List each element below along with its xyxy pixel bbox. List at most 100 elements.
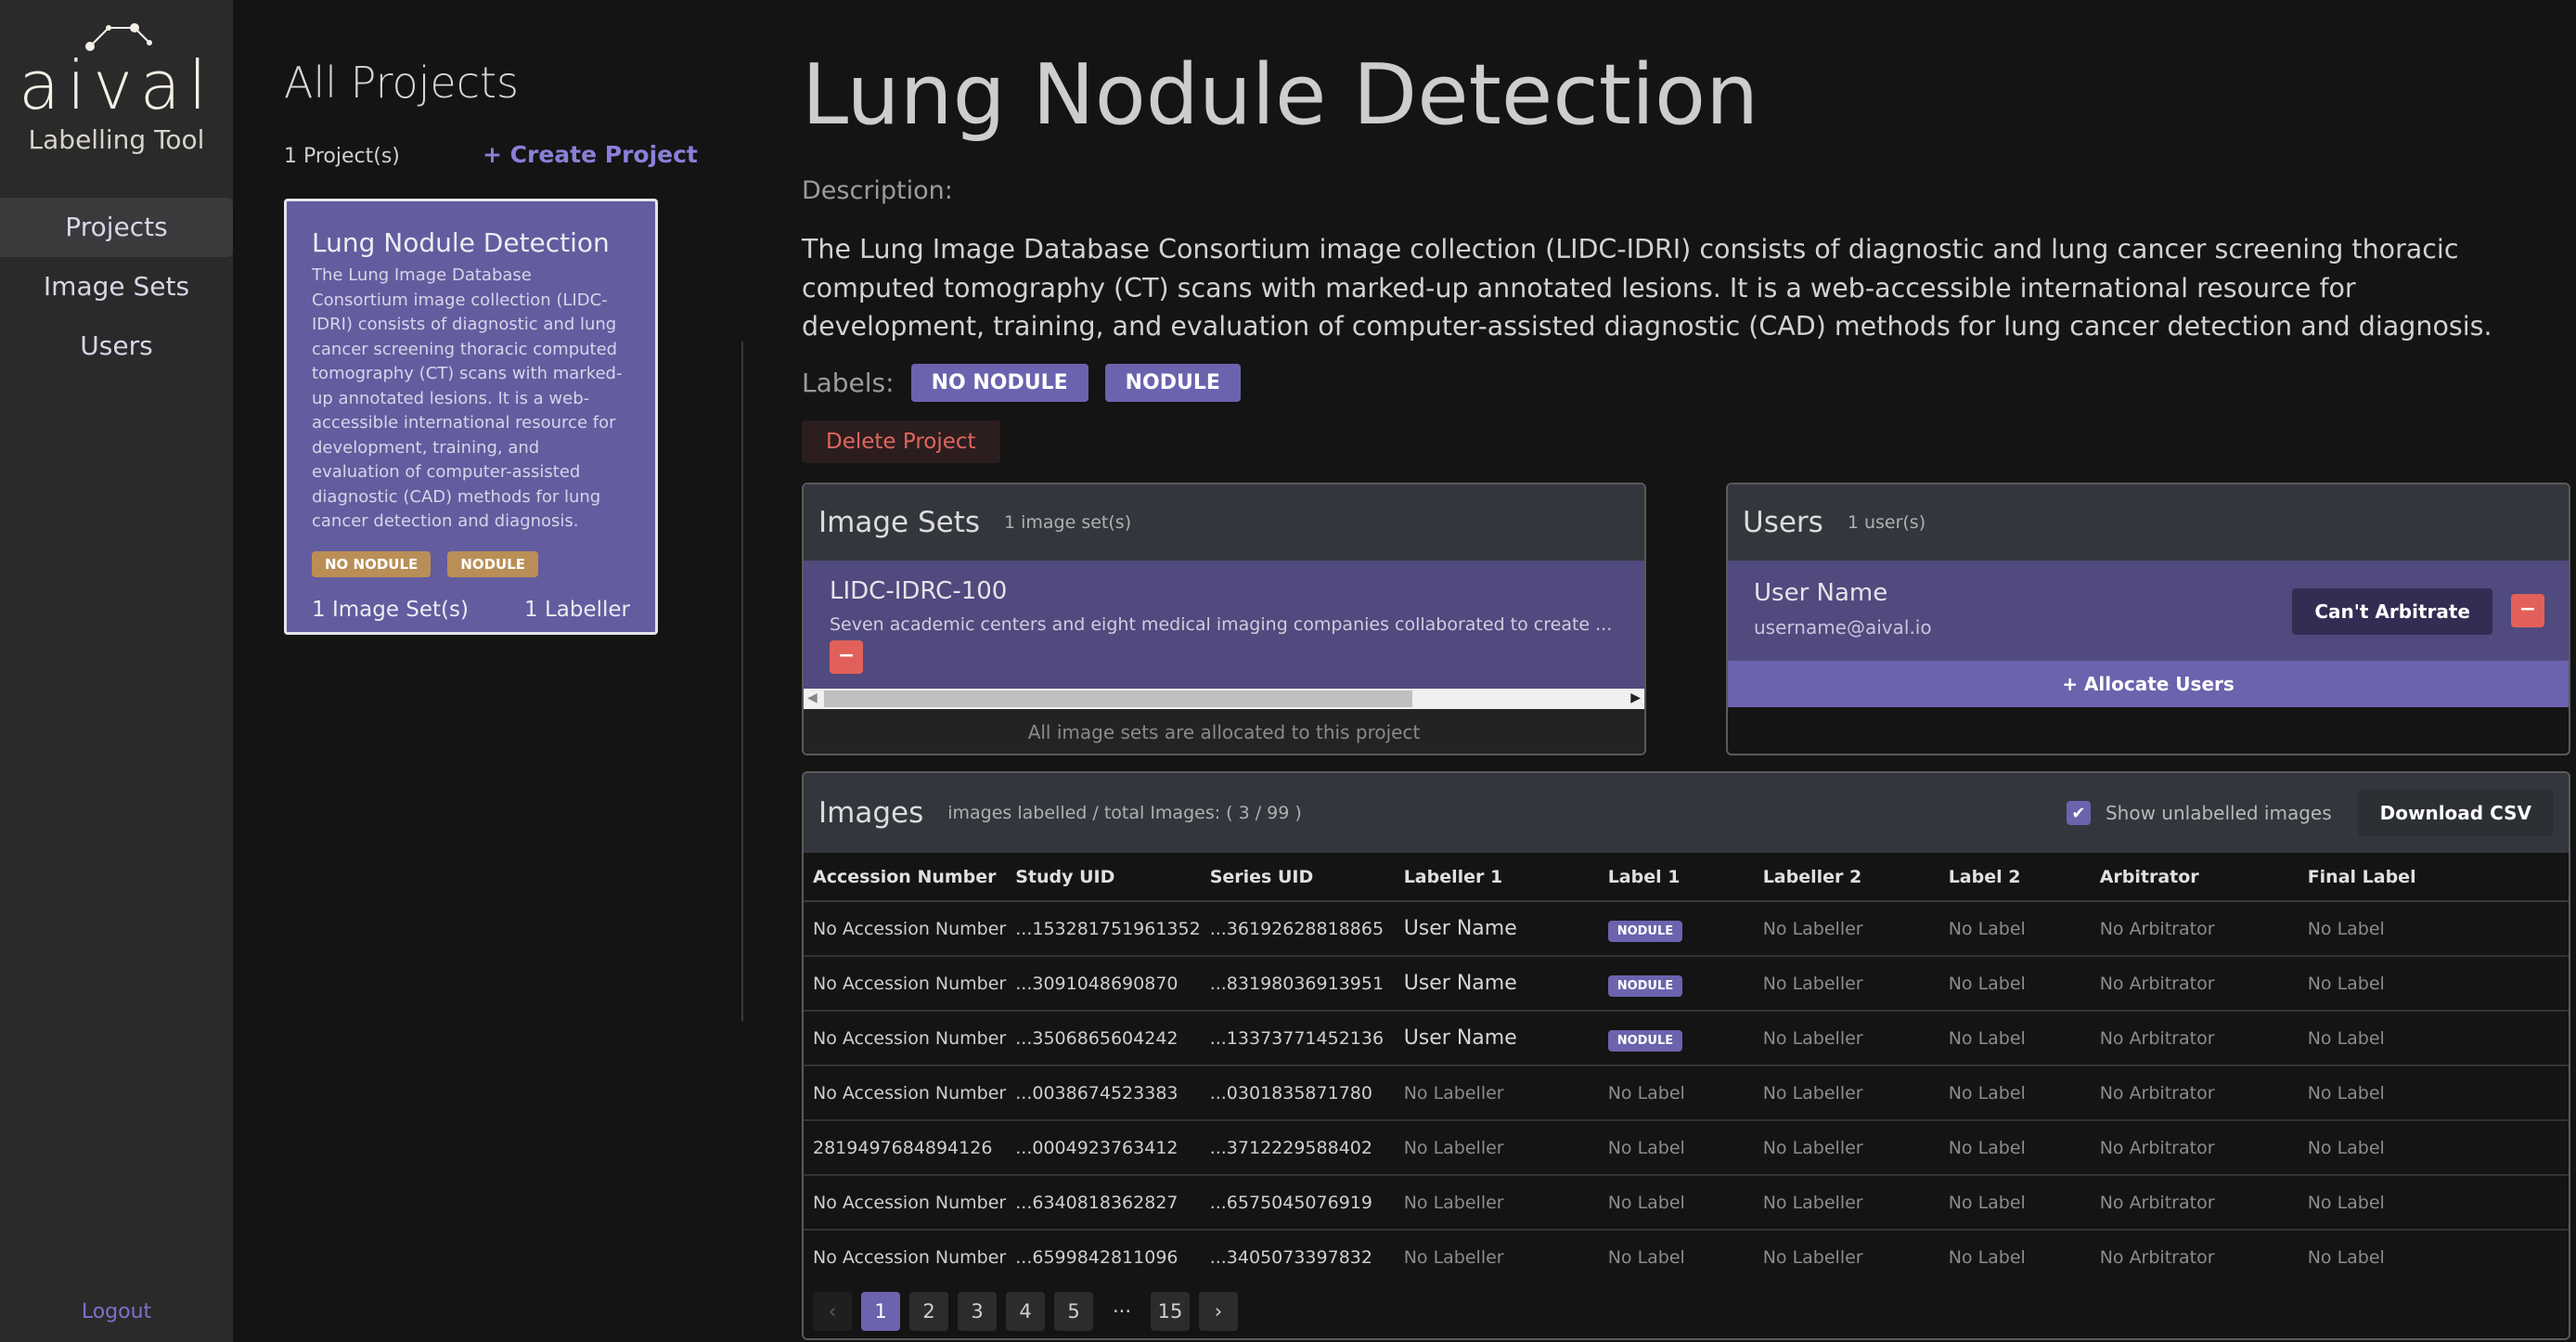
- image-set-name: LIDC-IDRC-100: [830, 577, 1008, 605]
- scroll-right-icon[interactable]: ▶: [1630, 690, 1641, 705]
- images-panel: Images images labelled / total Images: (…: [802, 771, 2570, 1340]
- logo: aival Labelling Tool: [0, 19, 233, 155]
- cell-study-uid: ...6340818362827: [1006, 1175, 1201, 1231]
- project-count: 1 Project(s): [284, 145, 400, 168]
- show-unlabelled-toggle[interactable]: ✔ Show unlabelled images: [2066, 801, 2332, 825]
- description-label: Description:: [802, 176, 953, 205]
- cell-arbitrator: No Arbitrator: [2099, 1247, 2215, 1268]
- download-csv-button[interactable]: Download CSV: [2357, 790, 2554, 836]
- cell-final-label: No Label: [2298, 1120, 2569, 1176]
- cell-labeller-1: No Labeller: [1394, 1120, 1599, 1176]
- cell-labeller-1: No Labeller: [1403, 1247, 1504, 1268]
- image-sets-title: Image Sets: [818, 506, 980, 539]
- users-count: 1 user(s): [1847, 512, 1926, 533]
- cell-labeller-2: No Labeller: [1762, 1247, 1863, 1268]
- label-badge: NODULE: [1607, 920, 1683, 942]
- checkbox-checked-icon[interactable]: ✔: [2066, 801, 2091, 825]
- cell-series-uid: ...3405073397832: [1209, 1247, 1372, 1268]
- remove-user-button[interactable]: −: [2511, 594, 2544, 627]
- cell-series-uid: ...13373771452136: [1200, 1011, 1395, 1066]
- cell-labeller-1: User Name: [1394, 956, 1599, 1012]
- column-header-label-1: Label 1: [1598, 853, 1754, 902]
- cell-arbitrator: No Arbitrator: [2090, 1175, 2299, 1231]
- cell-final-label: No Label: [2298, 901, 2569, 957]
- table-row[interactable]: No Accession Number ...3506865604242 ...13…: [804, 1011, 2569, 1066]
- table-row[interactable]: No Accession Number ...6599842811096 ...34…: [804, 1230, 2569, 1284]
- cell-label-2: No Label: [1938, 956, 2091, 1012]
- page-button[interactable]: 3: [958, 1292, 997, 1331]
- project-labeller-count: 1 Labeller: [524, 597, 630, 622]
- scrollbar-thumb[interactable]: [824, 690, 1412, 707]
- allocate-users-button[interactable]: + Allocate Users: [1728, 661, 2569, 707]
- cell-series-uid: ...3712229588402: [1200, 1120, 1395, 1176]
- column-header-label-2: Label 2: [1938, 853, 2091, 902]
- page-button[interactable]: 4: [1006, 1292, 1045, 1331]
- prev-page-button[interactable]: ‹: [813, 1292, 852, 1331]
- cell-study-uid: ...0004923763412: [1006, 1120, 1201, 1176]
- cell-accession-number: No Accession Number: [804, 1011, 1007, 1066]
- cell-final-label: No Label: [2298, 1175, 2569, 1231]
- logo-subtitle: Labelling Tool: [28, 124, 205, 155]
- user-item: User Name username@aival.io Can't Arbitr…: [1728, 561, 2569, 661]
- cell-labeller-2: No Labeller: [1753, 1120, 1939, 1176]
- page-button[interactable]: 5: [1054, 1292, 1093, 1331]
- cell-labeller-1: No Labeller: [1394, 1175, 1599, 1231]
- cell-label-2: No Label: [1938, 901, 2091, 957]
- cell-labeller-2: No Labeller: [1753, 1175, 1939, 1231]
- column-header-final-label: Final Label: [2298, 853, 2569, 902]
- project-card-footer: 1 Image Set(s) 1 Labeller: [312, 598, 630, 622]
- column-divider: [741, 342, 743, 1021]
- sidebar-item-projects[interactable]: Projects: [0, 198, 233, 257]
- table-row[interactable]: No Accession Number ...3091048690870 ...83…: [804, 956, 2569, 1012]
- cell-label-1: No Label: [1598, 1065, 1754, 1121]
- project-card[interactable]: Lung Nodule Detection The Lung Image Dat…: [284, 199, 658, 635]
- cell-study-uid: ...3506865604242: [1006, 1011, 1201, 1066]
- page-button[interactable]: 2: [909, 1292, 948, 1331]
- cell-final-label: No Label: [2307, 1247, 2385, 1268]
- column-header-study-uid: Study UID: [1006, 853, 1201, 902]
- cell-study-uid: ...6599842811096: [1015, 1247, 1179, 1268]
- cell-final-label: No Label: [2298, 1065, 2569, 1121]
- table-row[interactable]: No Accession Number ...6340818362827 ...65…: [804, 1175, 2569, 1231]
- cell-series-uid: ...6575045076919: [1200, 1175, 1395, 1231]
- cell-label-1: NODULE: [1598, 901, 1754, 957]
- delete-project-button[interactable]: Delete Project: [802, 420, 1000, 463]
- create-project-button[interactable]: + Create Project: [483, 141, 698, 168]
- project-card-tags: NO NODULE NODULE: [312, 550, 630, 577]
- next-page-button[interactable]: ›: [1199, 1292, 1238, 1331]
- logout-link[interactable]: Logout: [0, 1300, 233, 1323]
- project-card-description: The Lung Image Database Consortium image…: [312, 265, 623, 531]
- project-tag: NO NODULE: [312, 550, 431, 577]
- cell-labeller-2: No Labeller: [1753, 1011, 1939, 1066]
- scroll-left-icon[interactable]: ◀: [807, 690, 818, 705]
- page-button[interactable]: 15: [1151, 1292, 1190, 1331]
- sidebar-item-image-sets[interactable]: Image Sets: [0, 257, 233, 316]
- table-row[interactable]: No Accession Number ...0038674523383 ...03…: [804, 1065, 2569, 1121]
- cell-final-label: No Label: [2298, 1011, 2569, 1066]
- image-set-item[interactable]: LIDC-IDRC-100 Seven academic centers and…: [804, 561, 1644, 689]
- page-button[interactable]: 1: [861, 1292, 900, 1331]
- images-controls: ✔ Show unlabelled images Download CSV: [2066, 790, 2554, 836]
- arbitrate-toggle-button[interactable]: Can't Arbitrate: [2292, 588, 2492, 635]
- labels-row: Labels: NO NODULE NODULE: [802, 364, 1241, 402]
- cell-study-uid: ...0038674523383: [1006, 1065, 1201, 1121]
- column-header-labeller-1: Labeller 1: [1394, 853, 1599, 902]
- sidebar-nav: Projects Image Sets Users: [0, 198, 233, 376]
- users-header: Users 1 user(s): [1728, 484, 2569, 561]
- project-card-title: Lung Nodule Detection: [312, 227, 610, 258]
- table-row[interactable]: 2819497684894126 ...0004923763412 ...37122…: [804, 1120, 2569, 1176]
- cell-accession-number: No Accession Number: [804, 1175, 1007, 1231]
- images-title: Images: [818, 796, 924, 830]
- cell-accession-number: No Accession Number: [804, 956, 1007, 1012]
- horizontal-scrollbar[interactable]: ◀ ▶: [804, 689, 1644, 709]
- cell-label-2: No Label: [1948, 1247, 2026, 1268]
- image-set-description: Seven academic centers and eight medical…: [830, 614, 1613, 635]
- sidebar-item-users[interactable]: Users: [0, 316, 233, 376]
- cell-arbitrator: No Arbitrator: [2090, 1065, 2299, 1121]
- remove-image-set-button[interactable]: −: [830, 640, 863, 674]
- column-header-series-uid: Series UID: [1200, 853, 1395, 902]
- image-sets-header: Image Sets 1 image set(s): [804, 484, 1644, 561]
- table-row[interactable]: No Accession Number ...153281751961352...…: [804, 901, 2569, 957]
- cell-accession-number: No Accession Number: [804, 901, 1007, 957]
- label-badge: NODULE: [1607, 974, 1683, 997]
